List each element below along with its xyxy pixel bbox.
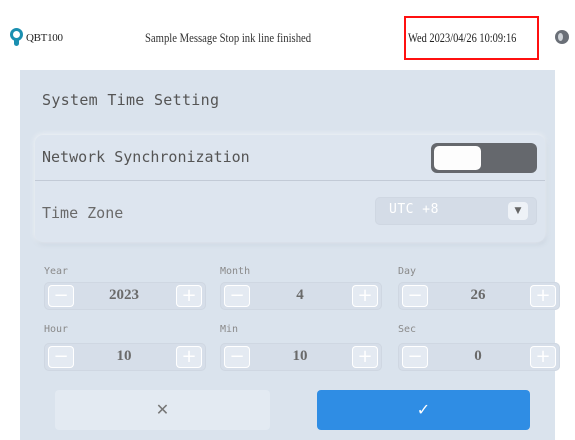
month-value: 4	[296, 287, 304, 303]
sync-settings-card: Network Synchronization Time Zone UTC +8…	[35, 135, 545, 242]
min-label: Min	[220, 324, 239, 335]
page-title: System Time Setting	[42, 91, 220, 109]
day-increment-button[interactable]: +	[530, 285, 556, 307]
day-label: Day	[398, 266, 417, 277]
network-sync-toggle[interactable]	[431, 143, 537, 173]
logo-icon	[10, 28, 23, 46]
year-increment-button[interactable]: +	[176, 285, 202, 307]
datetime-display[interactable]: Wed 2023/04/26 10:09:16	[404, 16, 539, 60]
min-value: 10	[292, 348, 308, 364]
app-name: QBT100	[26, 32, 63, 44]
hour-value: 10	[116, 348, 132, 364]
month-stepper: − 4 +	[220, 282, 382, 310]
month-decrement-button[interactable]: −	[224, 285, 250, 307]
network-sync-label: Network Synchronization	[42, 148, 250, 166]
min-stepper: − 10 +	[220, 343, 382, 371]
hour-label: Hour	[44, 324, 69, 335]
divider	[35, 180, 545, 181]
cancel-button[interactable]: ✕	[55, 390, 270, 430]
sec-stepper: − 0 +	[398, 343, 560, 371]
system-time-panel: System Time Setting Network Synchronizat…	[20, 70, 560, 440]
hour-decrement-button[interactable]: −	[48, 346, 74, 368]
month-increment-button[interactable]: +	[352, 285, 378, 307]
time-zone-value: UTC +8	[389, 202, 439, 217]
time-zone-label: Time Zone	[42, 204, 124, 222]
menu-icon[interactable]	[555, 30, 569, 44]
hour-stepper: − 10 +	[44, 343, 206, 371]
year-decrement-button[interactable]: −	[48, 285, 74, 307]
sec-decrement-button[interactable]: −	[402, 346, 428, 368]
hour-increment-button[interactable]: +	[176, 346, 202, 368]
status-message: Sample Message Stop ink line finished	[145, 30, 312, 45]
chevron-down-icon[interactable]: ▼	[508, 202, 528, 220]
toggle-knob	[434, 146, 481, 170]
month-label: Month	[220, 266, 251, 277]
sec-label: Sec	[398, 324, 417, 335]
day-value: 26	[470, 287, 486, 303]
day-stepper: − 26 +	[398, 282, 560, 310]
sec-increment-button[interactable]: +	[530, 346, 556, 368]
min-decrement-button[interactable]: −	[224, 346, 250, 368]
time-zone-select[interactable]: UTC +8 ▼	[375, 197, 537, 225]
app-logo: QBT100	[8, 26, 63, 48]
year-value: 2023	[109, 287, 139, 303]
sec-value: 0	[474, 348, 482, 364]
top-status-bar: QBT100 Sample Message Stop ink line fini…	[0, 0, 575, 70]
day-decrement-button[interactable]: −	[402, 285, 428, 307]
confirm-button[interactable]: ✓	[317, 390, 530, 430]
datetime-text: Wed 2023/04/26 10:09:16	[408, 30, 517, 45]
year-label: Year	[44, 266, 69, 277]
min-increment-button[interactable]: +	[352, 346, 378, 368]
year-stepper: − 2023 +	[44, 282, 206, 310]
